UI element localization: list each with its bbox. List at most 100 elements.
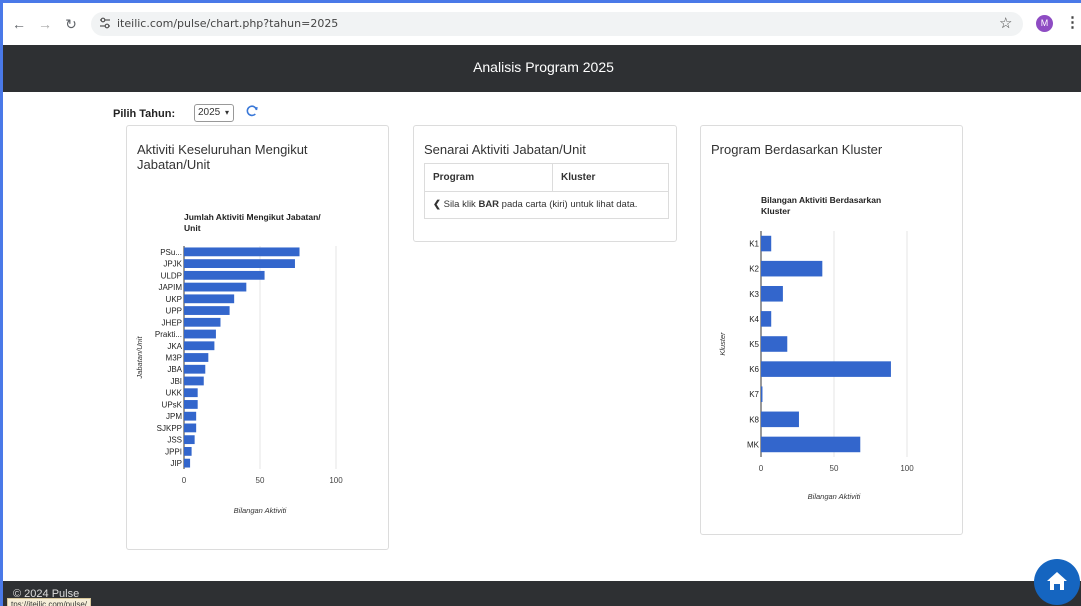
chart-title: Bilangan Aktiviti Berdasarkan: [761, 195, 881, 205]
y-tick-label: ULDP: [161, 271, 182, 280]
x-tick-label: 0: [182, 476, 187, 485]
url-text: iteilic.com/pulse/chart.php?tahun=2025: [117, 17, 339, 30]
bar: [184, 400, 198, 409]
card-activities-by-unit: Aktiviti Keseluruhan Mengikut Jabatan/Un…: [126, 125, 389, 550]
site-settings-icon[interactable]: [98, 16, 112, 30]
bar: [184, 306, 230, 315]
y-tick-label: K3: [749, 290, 759, 299]
y-tick-label: JAPIM: [158, 283, 182, 292]
bar: [184, 411, 197, 421]
y-tick-label: UKP: [166, 295, 182, 304]
bar: [184, 317, 221, 327]
y-tick-label: JBA: [167, 365, 182, 374]
y-tick-label: JPPI: [165, 447, 182, 456]
year-select[interactable]: 2025 ▾: [194, 104, 234, 122]
app-header: Analisis Program 2025: [3, 45, 1081, 92]
home-button[interactable]: [1034, 559, 1080, 605]
bar: [184, 423, 197, 433]
bar: [761, 361, 891, 377]
y-axis-label: Kluster: [718, 332, 727, 356]
x-tick-label: 50: [256, 476, 265, 485]
card-title: Senarai Aktiviti Jabatan/Unit: [424, 142, 586, 157]
status-url-tooltip: tps://iteilic.com/pulse/: [7, 598, 92, 606]
bar: [184, 270, 265, 280]
y-tick-label: MK: [747, 440, 760, 449]
y-tick-label: JSS: [167, 436, 182, 445]
y-tick-label: JIP: [170, 459, 182, 468]
y-tick-label: M3P: [166, 354, 182, 363]
y-tick-label: K2: [749, 265, 759, 274]
y-tick-label: K4: [749, 315, 759, 324]
home-icon: [1047, 572, 1067, 590]
column-header-program: Program: [425, 164, 553, 191]
y-axis-label: Jabatan/Unit: [135, 336, 144, 380]
bar: [184, 353, 209, 362]
bar: [761, 285, 783, 302]
empty-message-pre: Sila klik: [443, 199, 479, 210]
chart-title: Jumlah Aktiviti Mengikut Jabatan/: [184, 212, 321, 222]
browser-window: ← → ↻ iteilic.com/pulse/chart.php?tahun=…: [0, 0, 1081, 606]
chart-title: Kluster: [761, 206, 791, 216]
column-header-kluster: Kluster: [561, 172, 596, 183]
bar: [761, 336, 788, 352]
address-bar[interactable]: iteilic.com/pulse/chart.php?tahun=2025: [91, 12, 1023, 36]
browser-menu-icon[interactable]: ⋮: [1065, 13, 1080, 31]
bar: [761, 411, 799, 428]
table-header-row: Program Kluster: [425, 164, 668, 192]
cluster-bar-chart: Bilangan Aktiviti BerdasarkanKluster0 50 1…: [718, 195, 914, 501]
bar: [184, 446, 192, 456]
y-tick-label: SJKPP: [157, 424, 182, 433]
card-title: Program Berdasarkan Kluster: [711, 142, 883, 157]
y-tick-label: JPJK: [163, 260, 182, 269]
bar: [184, 329, 216, 339]
x-tick-label: 0: [759, 464, 764, 473]
y-tick-label: JKA: [167, 342, 182, 351]
bar: [184, 388, 198, 398]
x-axis-label: Bilangan Aktiviti: [234, 506, 287, 515]
bar: [184, 435, 195, 445]
x-tick-label: 100: [900, 464, 914, 473]
bar: [761, 235, 772, 252]
footer: © 2024 Pulse: [3, 581, 1081, 606]
bar: [184, 376, 204, 386]
y-tick-label: K5: [749, 340, 759, 349]
y-tick-label: JPM: [166, 412, 182, 421]
bar: [761, 260, 823, 277]
x-tick-label: 50: [830, 464, 839, 473]
x-axis-label: Bilangan Aktiviti: [808, 492, 861, 501]
y-tick-label: UPP: [166, 307, 182, 316]
chevron-down-icon: ▾: [225, 108, 230, 117]
bookmark-star-icon[interactable]: ☆: [999, 14, 1012, 32]
y-tick-label: JHEP: [162, 318, 182, 327]
bar: [184, 259, 295, 269]
card-activity-list: Senarai Aktiviti Jabatan/Unit Program Kl…: [413, 125, 677, 242]
back-arrow-icon[interactable]: ←: [9, 14, 29, 34]
bar: [184, 364, 206, 374]
x-tick-label: 100: [329, 476, 343, 485]
y-tick-label: UKK: [166, 389, 183, 398]
unit-bar-chart: Jumlah Aktiviti Mengikut Jabatan/Unit 0 50…: [135, 212, 343, 515]
y-tick-label: PSu...: [160, 248, 182, 257]
y-tick-label: K7: [749, 390, 759, 399]
refresh-icon[interactable]: [245, 104, 259, 118]
card-program-by-cluster: Program Berdasarkan Kluster Bilangan Akt…: [700, 125, 963, 535]
activity-table: Program Kluster ❮ Sila klik BAR pada car…: [424, 163, 669, 219]
page-title: Analisis Program 2025: [473, 59, 614, 75]
y-tick-label: K8: [749, 415, 759, 424]
reload-icon[interactable]: ↻: [61, 14, 81, 34]
bar: [184, 294, 235, 304]
y-tick-label: K6: [749, 365, 759, 374]
y-tick-label: Prakti...: [155, 330, 182, 339]
empty-message-post: pada carta (kiri) untuk lihat data.: [499, 199, 638, 210]
bar: [761, 436, 861, 453]
y-tick-label: JBI: [170, 377, 182, 386]
forward-arrow-icon[interactable]: →: [35, 14, 55, 34]
profile-avatar[interactable]: M: [1036, 15, 1053, 32]
year-label: Pilih Tahun:: [113, 108, 176, 120]
table-empty-row: ❮ Sila klik BAR pada carta (kiri) untuk …: [425, 192, 668, 218]
bar: [184, 458, 191, 468]
year-select-value: 2025: [198, 107, 221, 118]
bar: [761, 311, 772, 327]
bar: [184, 341, 215, 351]
chart-title: Unit: [184, 223, 201, 233]
